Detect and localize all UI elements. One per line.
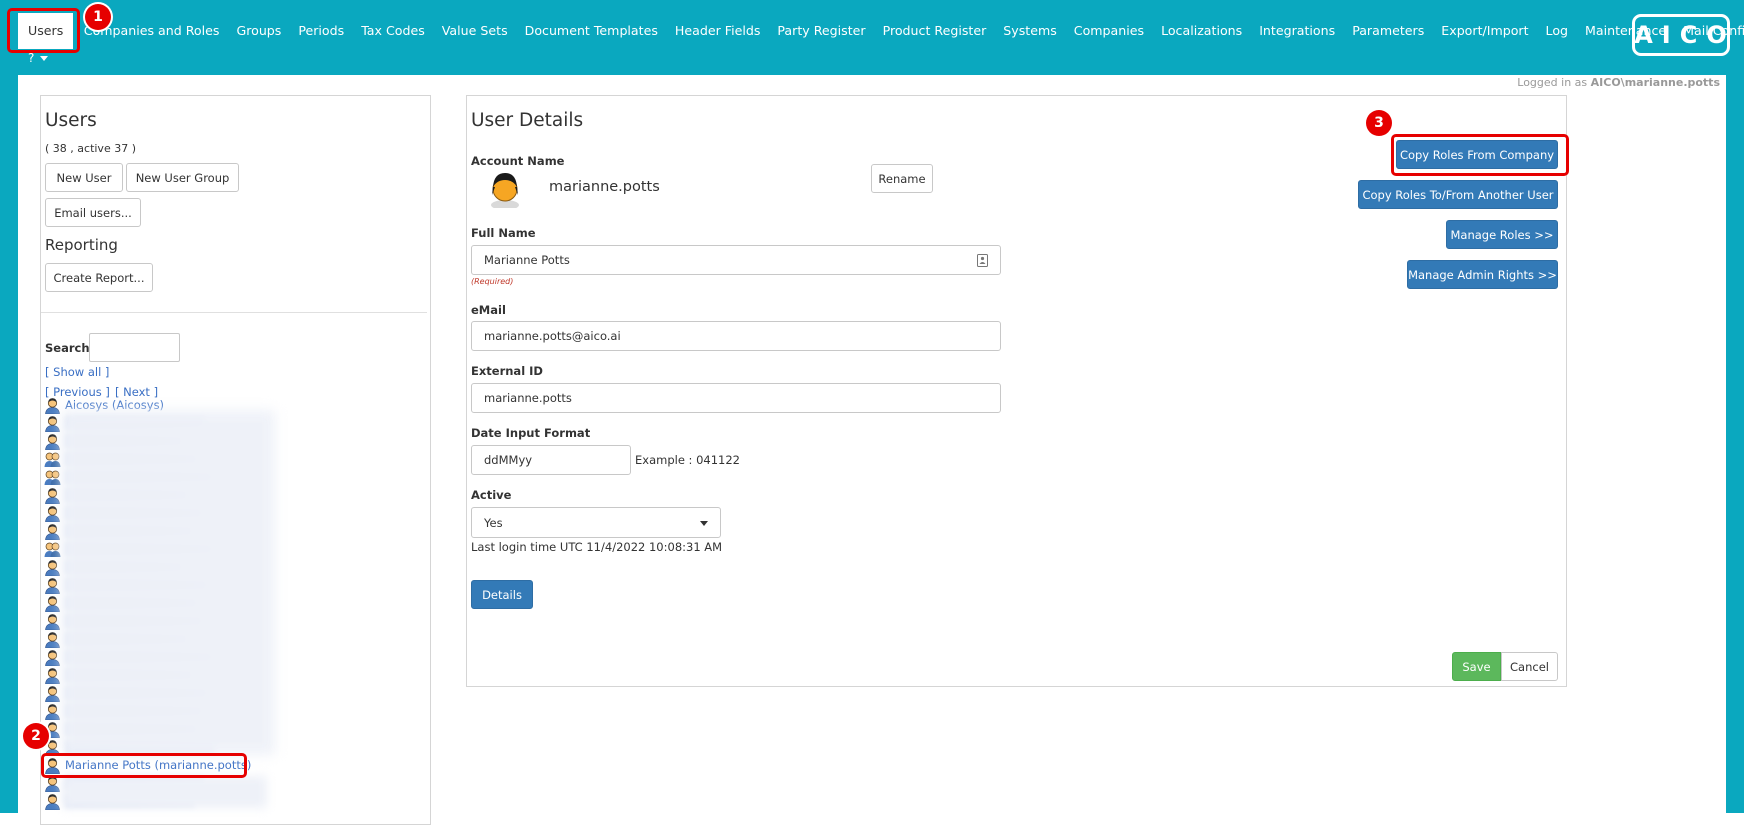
required-hint: (Required) [471,277,514,286]
user-icon [45,685,60,702]
contact-card-icon [977,254,988,267]
email-users-button[interactable]: Email users... [45,198,141,227]
details-button[interactable]: Details [471,580,533,609]
new-user-group-button[interactable]: New User Group [126,163,239,192]
user-icon [45,433,60,450]
user-icon [45,649,60,666]
logged-in-user: AICO\marianne.potts [1590,76,1720,89]
nav-parameters[interactable]: Parameters [1344,13,1433,49]
full-name-field[interactable]: Marianne Potts [471,245,1001,275]
nav-systems[interactable]: Systems [995,13,1066,49]
date-format-field[interactable]: ddMMyy [471,445,631,475]
user-icon [45,487,60,504]
user-icon [45,577,60,594]
user-icon [45,523,60,540]
date-format-example: Example : 041122 [635,453,740,467]
nav-value-sets[interactable]: Value Sets [433,13,516,49]
redacted-user-names-bottom [62,776,267,808]
callout-badge-1: 1 [85,4,111,30]
show-all-link[interactable]: [ Show all ] [45,365,109,379]
user-icon [45,595,60,612]
chevron-down-icon [40,55,49,61]
nav-header-fields[interactable]: Header Fields [666,13,769,49]
active-select[interactable]: Yes [471,507,721,538]
nav-companies[interactable]: Companies [1065,13,1152,49]
last-login-time: Last login time UTC 11/4/2022 10:08:31 A… [471,540,723,554]
nav-localizations[interactable]: Localizations [1153,13,1251,49]
user-icon [45,559,60,576]
external-id-field[interactable]: marianne.potts [471,383,1001,413]
nav-groups[interactable]: Groups [228,13,290,49]
user-icon [45,703,60,720]
main-menu: Users Companies and Roles Groups Periods… [18,13,1744,49]
active-label: Active [471,488,512,502]
users-count: ( 38 , active 37 ) [45,142,136,155]
user-icon [45,505,60,522]
manage-roles-button[interactable]: Manage Roles >> [1446,220,1558,249]
email-label: eMail [471,303,506,317]
logged-in-prefix: Logged in as [1517,76,1588,89]
active-select-value: Yes [484,515,503,530]
user-icon [45,397,60,414]
frame-right-border [1726,75,1744,813]
callout-box-copy-roles [1391,134,1569,176]
search-input[interactable] [89,333,180,362]
account-name-label: Account Name [471,154,565,168]
nav-periods[interactable]: Periods [290,13,353,49]
nav-party-register[interactable]: Party Register [769,13,874,49]
logo-text: AICO [1634,21,1736,49]
full-name-value: Marianne Potts [484,253,570,267]
nav-export-import[interactable]: Export/Import [1433,13,1537,49]
cancel-button[interactable]: Cancel [1501,652,1558,681]
date-format-label: Date Input Format [471,426,591,440]
user-icon [45,613,60,630]
rename-button[interactable]: Rename [871,164,933,193]
full-name-label: Full Name [471,226,536,240]
nav-integrations[interactable]: Integrations [1251,13,1344,49]
save-button[interactable]: Save [1452,652,1501,681]
user-avatar-icon [491,173,519,208]
manage-admin-rights-button[interactable]: Manage Admin Rights >> [1407,260,1558,289]
user-details-title: User Details [471,110,584,131]
user-icon [45,415,60,432]
user-group-icon [44,452,61,467]
user-group-icon [44,542,61,557]
nav-log[interactable]: Log [1537,13,1577,49]
users-title: Users [45,110,97,131]
callout-box-users-tab [7,8,80,53]
external-id-label: External ID [471,364,543,378]
callout-box-selected-user [41,753,247,778]
redacted-user-names [62,410,275,755]
callout-badge-2: 2 [23,723,49,749]
callout-badge-3: 3 [1366,110,1392,136]
reporting-title: Reporting [45,236,118,254]
nav-document-templates[interactable]: Document Templates [516,13,666,49]
top-navigation-bar: Users Companies and Roles Groups Periods… [0,0,1744,75]
nav-tax-codes[interactable]: Tax Codes [353,13,434,49]
user-group-icon [44,470,61,485]
chevron-down-icon [700,521,708,526]
account-name-value: marianne.potts [549,179,660,195]
email-field[interactable]: marianne.potts@aico.ai [471,321,1001,351]
aico-logo: AICO [1632,14,1730,56]
divider [41,312,427,313]
help-menu[interactable]: ? [28,51,49,65]
search-label: Search: [45,341,95,355]
nav-product-register[interactable]: Product Register [874,13,995,49]
user-icon [45,631,60,648]
logged-in-indicator: Logged in as AICO\marianne.potts [1517,76,1720,89]
frame-left-border [0,75,18,813]
user-details-panel: User Details Account Name marianne.potts… [466,95,1567,687]
copy-roles-to-from-user-button[interactable]: Copy Roles To/From Another User [1358,180,1558,209]
help-label: ? [28,51,35,65]
new-user-button[interactable]: New User [45,163,123,192]
user-icon [45,793,60,810]
create-report-button[interactable]: Create Report... [45,263,153,292]
user-icon [45,667,60,684]
